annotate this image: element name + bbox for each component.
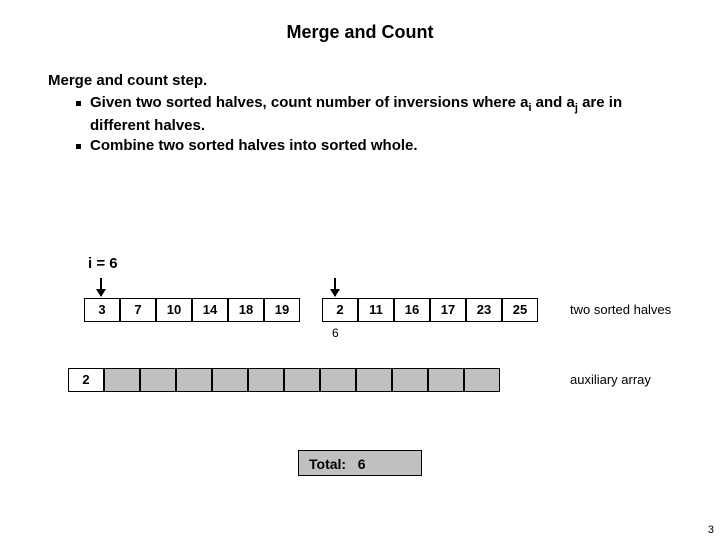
aux-cell-empty [140,368,176,392]
halves-label: two sorted halves [570,302,671,317]
bullet-1: Given two sorted halves, count number of… [76,93,672,136]
aux-cell-empty [464,368,500,392]
halves-cell: 17 [430,298,466,322]
halves-cell: 19 [264,298,300,322]
aux-cell-empty [212,368,248,392]
bullet-list: Given two sorted halves, count number of… [48,93,672,156]
i-equals-label: i = 6 [88,255,118,272]
aux-cell-empty [248,368,284,392]
halves-cell: 18 [228,298,264,322]
aux-cell-empty [428,368,464,392]
aux-cell: 2 [68,368,104,392]
halves-cell: 7 [120,298,156,322]
slide-title: Merge and Count [0,0,720,43]
halves-cell: 25 [502,298,538,322]
aux-row: 2 [68,368,500,392]
halves-cell: 2 [322,298,358,322]
slide-body: Merge and count step. Given two sorted h… [0,43,720,157]
bullet-2: Combine two sorted halves into sorted wh… [76,136,672,156]
step-heading: Merge and count step. [48,71,672,91]
bullet-1-mid: and a [532,94,575,111]
arrow-left-icon [100,278,102,296]
halves-gap [300,298,322,322]
total-label: Total: [309,456,346,472]
total-box: Total: 6 [298,450,422,476]
aux-cell-empty [320,368,356,392]
count-six: 6 [332,326,339,340]
bullet-1-pre: Given two sorted halves, count number of… [90,94,528,111]
aux-cell-empty [104,368,140,392]
halves-cell: 11 [358,298,394,322]
aux-cell-empty [176,368,212,392]
arrow-right-icon [334,278,336,296]
page-number: 3 [708,524,714,536]
aux-cell-empty [356,368,392,392]
aux-label: auxiliary array [570,372,651,387]
halves-cell: 16 [394,298,430,322]
halves-cell: 23 [466,298,502,322]
halves-row: 3710141819 21116172325 [84,298,538,322]
total-value: 6 [358,456,366,472]
halves-cell: 3 [84,298,120,322]
halves-cell: 14 [192,298,228,322]
aux-cell-empty [392,368,428,392]
aux-cell-empty [284,368,320,392]
halves-cell: 10 [156,298,192,322]
